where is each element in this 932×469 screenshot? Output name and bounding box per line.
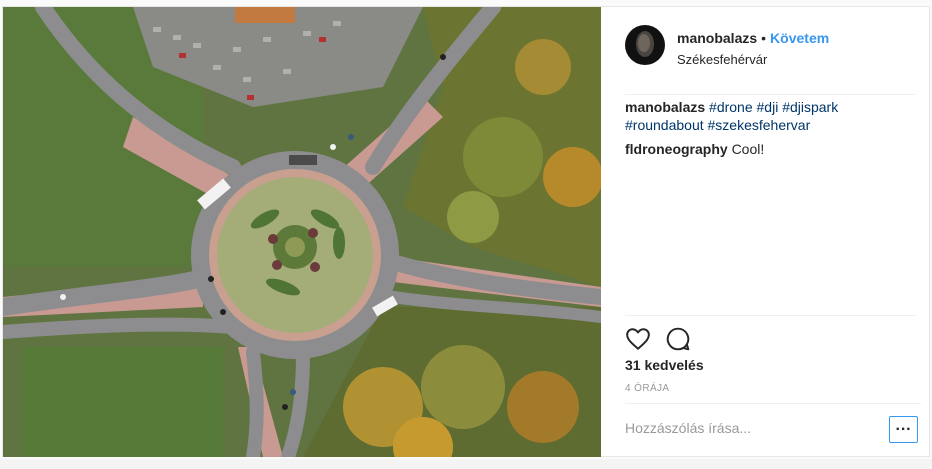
username-link[interactable]: manobalazs <box>677 30 757 46</box>
page-background: manobalazs • Követem Székesfehérvár manoba… <box>0 0 932 469</box>
post-photo[interactable] <box>3 7 601 457</box>
comment-text: Cool! <box>731 141 765 157</box>
comments-list: manobalazs #drone #dji #djispark #rounda… <box>625 98 915 164</box>
user-line: manobalazs • Követem <box>677 30 829 46</box>
bottom-strip <box>0 459 932 469</box>
post-header: manobalazs • Követem Székesfehérvár <box>625 25 915 95</box>
post-timestamp[interactable]: 4 ÓRÁJA <box>625 383 669 394</box>
caption-username-link[interactable]: manobalazs <box>625 99 705 115</box>
avatar-face-highlight <box>638 34 650 52</box>
add-comment-section: ··· <box>625 403 921 451</box>
likes-count[interactable]: 31 kedvelés <box>625 357 704 373</box>
post-sidebar: manobalazs • Követem Székesfehérvár manoba… <box>601 7 929 457</box>
caption: manobalazs #drone #dji #djispark #rounda… <box>625 98 915 134</box>
comment-input[interactable] <box>625 414 875 442</box>
post-card: manobalazs • Követem Székesfehérvár manoba… <box>2 6 930 457</box>
comment-bubble-icon-svg <box>666 327 690 351</box>
avatar[interactable] <box>625 25 665 65</box>
more-options-button[interactable]: ··· <box>889 416 918 443</box>
comment-username-link[interactable]: fldroneography <box>625 141 728 157</box>
roundabout-aerial-image <box>3 7 601 457</box>
comment-bubble-icon[interactable] <box>665 326 691 352</box>
heart-icon-svg <box>626 328 650 350</box>
heart-icon[interactable] <box>625 326 651 352</box>
follow-button[interactable]: Követem <box>770 30 829 46</box>
action-bar <box>625 315 915 357</box>
separator-dot: • <box>761 30 767 46</box>
comment-item: fldroneography Cool! <box>625 140 915 158</box>
location-link[interactable]: Székesfehérvár <box>677 52 767 67</box>
